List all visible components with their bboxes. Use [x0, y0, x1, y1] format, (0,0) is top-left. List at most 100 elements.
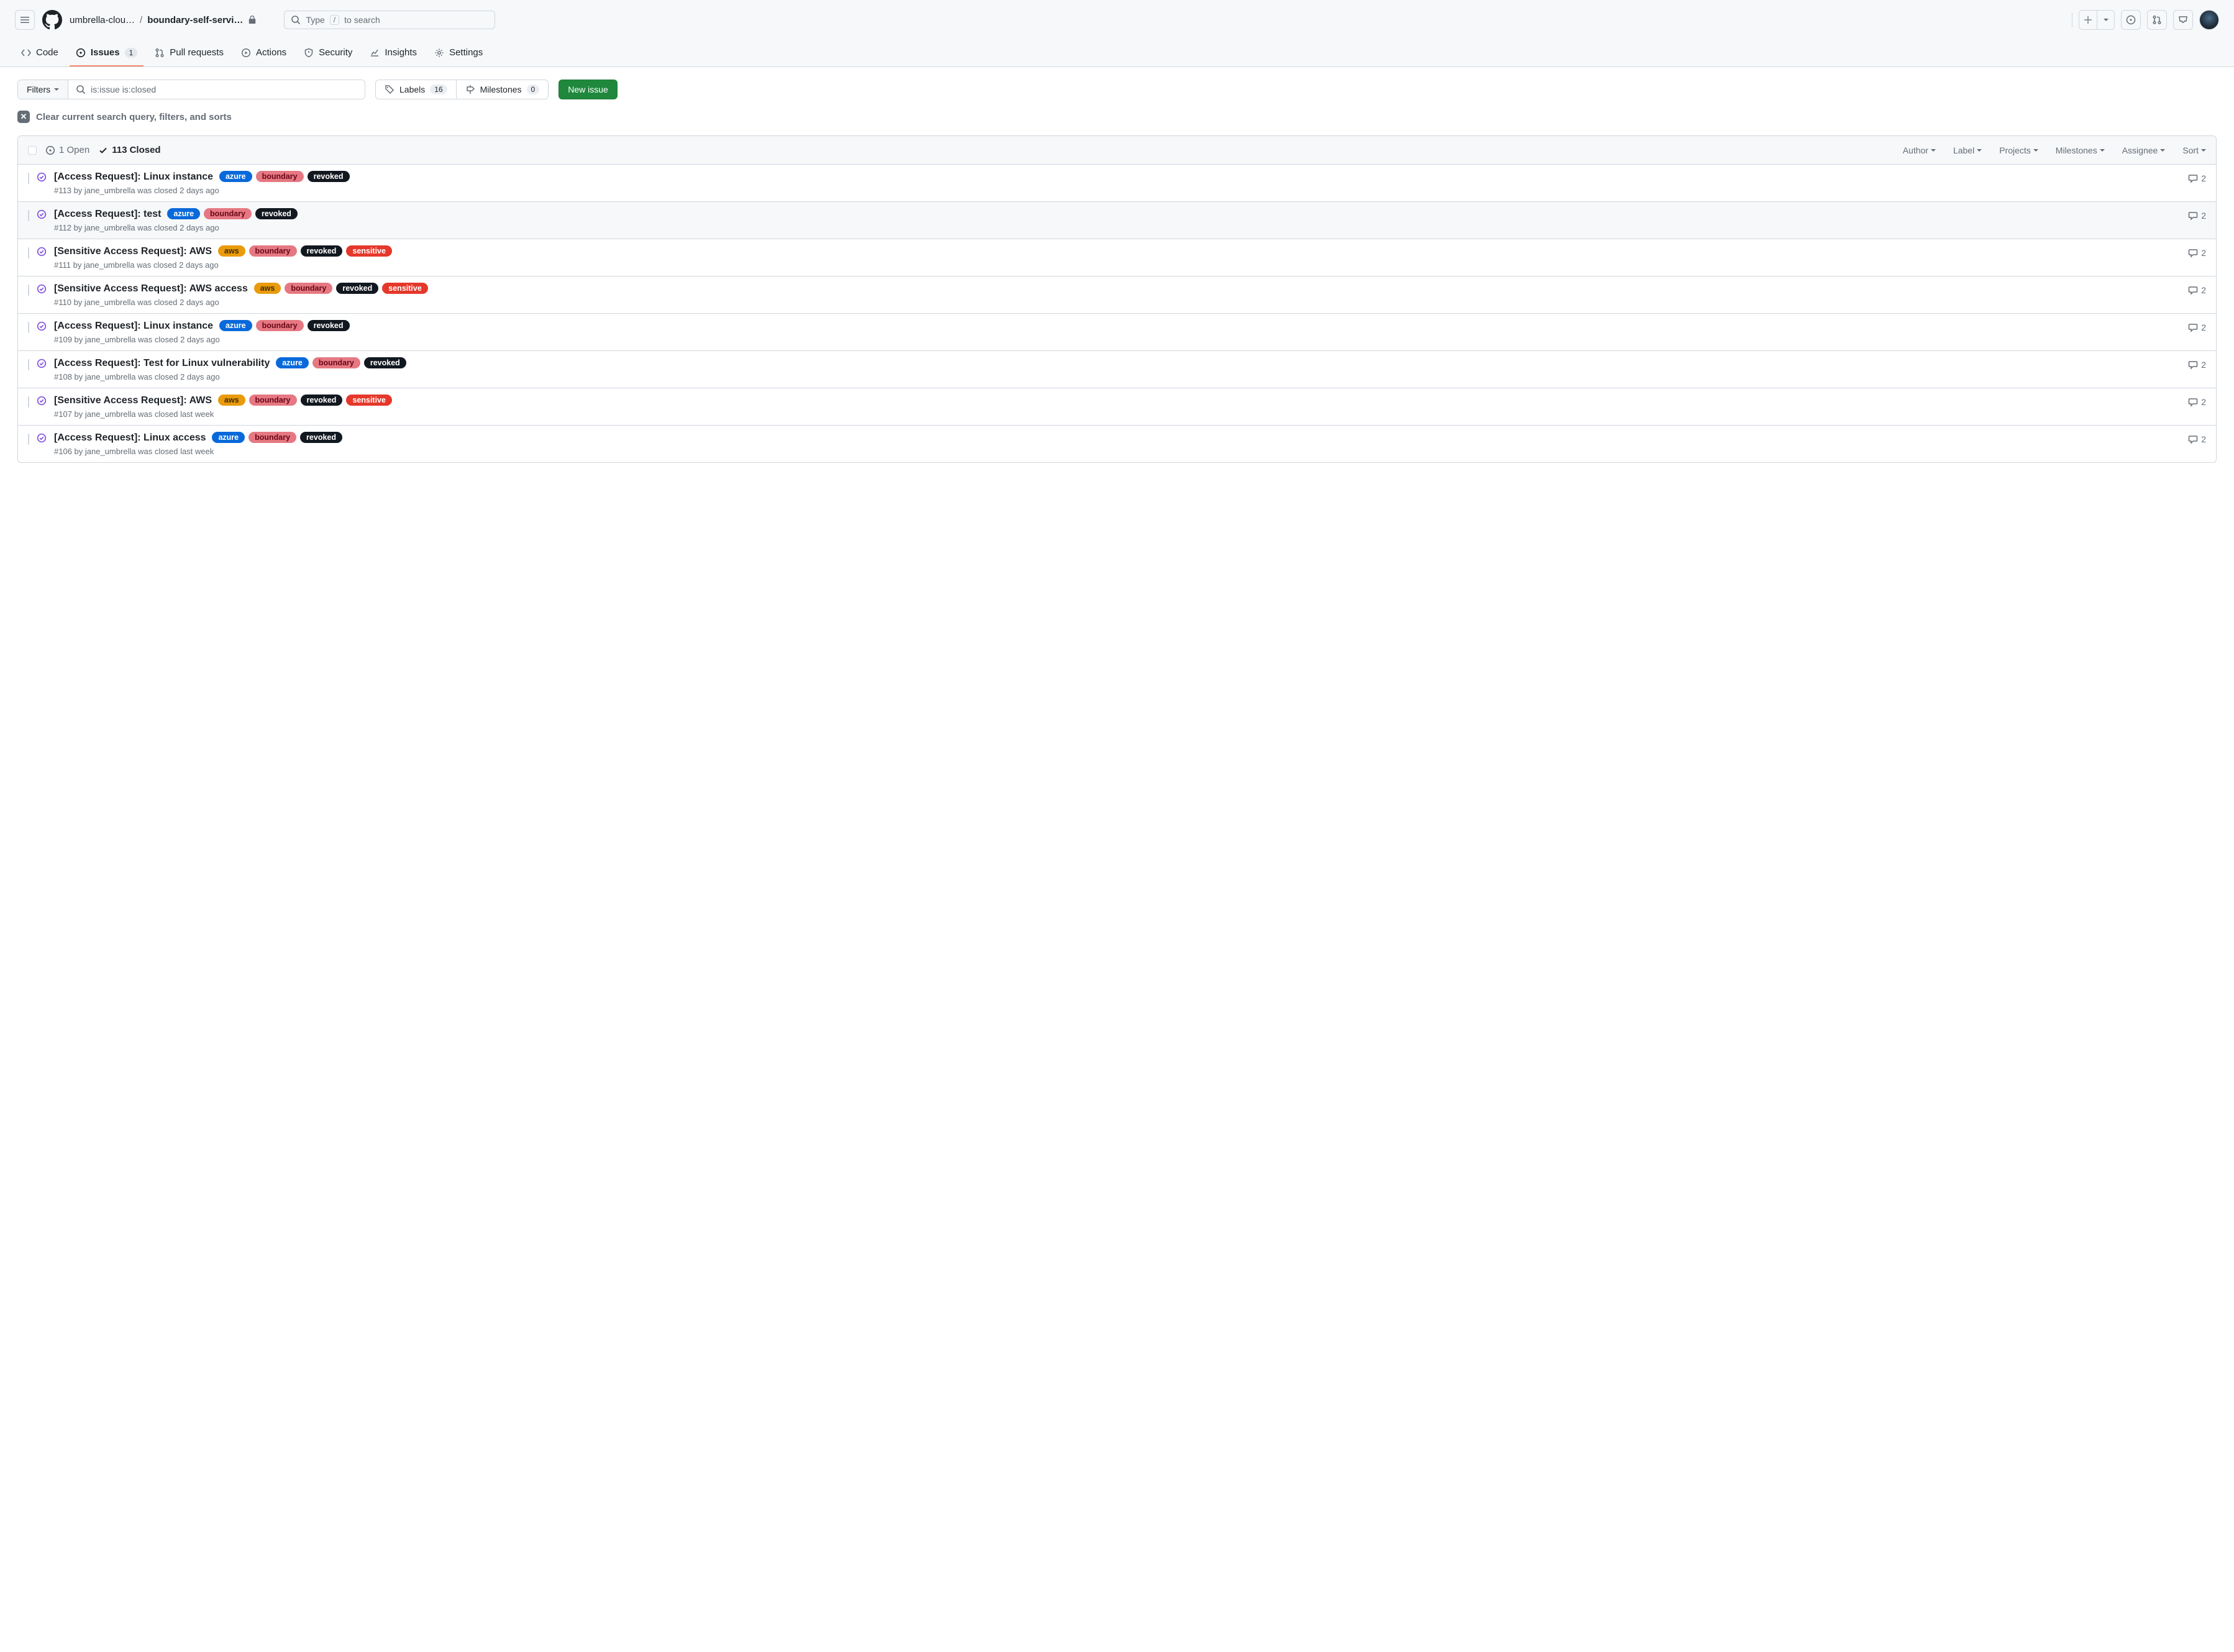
issue-label-aws[interactable]: aws: [254, 283, 281, 294]
issue-checkbox[interactable]: [28, 247, 29, 258]
issue-label-sensitive[interactable]: sensitive: [346, 395, 392, 406]
issue-label-boundary[interactable]: boundary: [256, 320, 304, 331]
issue-checkbox[interactable]: [28, 359, 29, 370]
tab-actions[interactable]: Actions: [235, 40, 293, 66]
tab-security[interactable]: Security: [298, 40, 358, 66]
issue-label-sensitive[interactable]: sensitive: [346, 245, 392, 257]
issue-label-aws[interactable]: aws: [218, 395, 245, 406]
author-filter[interactable]: Author: [1903, 145, 1936, 155]
issues-shortcut-button[interactable]: [2121, 10, 2141, 30]
issue-row[interactable]: [Access Request]: Test for Linux vulnera…: [18, 351, 2216, 388]
issue-label-azure[interactable]: azure: [167, 208, 200, 219]
labels-button[interactable]: Labels 16: [376, 80, 456, 99]
issue-label-revoked[interactable]: revoked: [301, 245, 343, 257]
pull-requests-shortcut-button[interactable]: [2147, 10, 2167, 30]
issue-title-link[interactable]: [Access Request]: Linux instance: [54, 321, 213, 331]
open-count-label: 1 Open: [59, 145, 89, 155]
tab-code[interactable]: Code: [15, 40, 65, 66]
tab-pull-requests[interactable]: Pull requests: [148, 40, 230, 66]
issue-checkbox[interactable]: [28, 210, 29, 221]
issue-title-link[interactable]: [Sensitive Access Request]: AWS: [54, 246, 212, 257]
issue-comments-link[interactable]: 2: [2188, 171, 2206, 183]
issue-comments-link[interactable]: 2: [2188, 208, 2206, 221]
issue-label-boundary[interactable]: boundary: [249, 245, 297, 257]
clear-filters-link[interactable]: ✕ Clear current search query, filters, a…: [17, 111, 2217, 123]
issue-label-boundary[interactable]: boundary: [249, 395, 297, 406]
issue-label-revoked[interactable]: revoked: [255, 208, 298, 219]
issue-title-link[interactable]: [Sensitive Access Request]: AWS access: [54, 283, 248, 294]
avatar[interactable]: [2199, 10, 2219, 30]
issue-comments-link[interactable]: 2: [2188, 245, 2206, 258]
close-icon: ✕: [17, 111, 30, 123]
tab-insights[interactable]: Insights: [363, 40, 423, 66]
issue-label-sensitive[interactable]: sensitive: [382, 283, 428, 294]
issue-comments-link[interactable]: 2: [2188, 395, 2206, 407]
closed-tab[interactable]: 113 Closed: [98, 145, 160, 155]
open-tab[interactable]: 1 Open: [45, 145, 89, 155]
issue-comments-link[interactable]: 2: [2188, 432, 2206, 444]
issue-label-azure[interactable]: azure: [219, 171, 252, 182]
issue-label-boundary[interactable]: boundary: [204, 208, 252, 219]
issue-title-link[interactable]: [Access Request]: Linux access: [54, 432, 206, 443]
issue-row[interactable]: [Sensitive Access Request]: AWS aws bound…: [18, 388, 2216, 426]
git-pull-request-icon: [155, 48, 165, 58]
assignee-filter[interactable]: Assignee: [2122, 145, 2166, 155]
filters-dropdown[interactable]: Filters: [18, 80, 68, 99]
issue-comments-link[interactable]: 2: [2188, 320, 2206, 332]
breadcrumb-owner[interactable]: umbrella-clou…: [70, 15, 135, 25]
label-filter[interactable]: Label: [1953, 145, 1982, 155]
issue-label-azure[interactable]: azure: [276, 357, 309, 368]
issue-label-revoked[interactable]: revoked: [308, 320, 350, 331]
projects-filter[interactable]: Projects: [1999, 145, 2038, 155]
issue-comments-count: 2: [2201, 173, 2206, 183]
breadcrumb-repo[interactable]: boundary-self-servi…: [147, 15, 243, 25]
tab-pull-requests-label: Pull requests: [170, 47, 224, 58]
issue-label-boundary[interactable]: boundary: [248, 432, 296, 443]
issue-label-revoked[interactable]: revoked: [301, 395, 343, 406]
new-issue-button[interactable]: New issue: [558, 80, 618, 99]
global-search[interactable]: Type / to search: [284, 11, 495, 29]
issue-checkbox[interactable]: [28, 396, 29, 408]
issue-checkbox[interactable]: [28, 434, 29, 445]
chevron-down-icon: [2033, 149, 2038, 152]
issue-checkbox[interactable]: [28, 285, 29, 296]
create-new-menu[interactable]: [2079, 10, 2115, 30]
issue-row[interactable]: [Sensitive Access Request]: AWS access a…: [18, 276, 2216, 314]
issue-title-link[interactable]: [Access Request]: Linux instance: [54, 171, 213, 182]
select-all-checkbox[interactable]: [28, 146, 37, 155]
milestones-button[interactable]: Milestones 0: [456, 80, 549, 99]
issue-label-revoked[interactable]: revoked: [336, 283, 378, 294]
issue-label-revoked[interactable]: revoked: [300, 432, 342, 443]
issue-title-link[interactable]: [Access Request]: Test for Linux vulnera…: [54, 358, 270, 368]
issue-title-link[interactable]: [Sensitive Access Request]: AWS: [54, 395, 212, 406]
issue-search-input[interactable]: is:issue is:closed: [68, 80, 365, 99]
issue-row[interactable]: [Access Request]: Linux instance azurebo…: [18, 314, 2216, 351]
tab-issues[interactable]: Issues 1: [70, 40, 144, 66]
issue-label-azure[interactable]: azure: [212, 432, 245, 443]
tag-icon: [385, 84, 394, 94]
issue-label-revoked[interactable]: revoked: [308, 171, 350, 182]
issue-checkbox[interactable]: [28, 173, 29, 184]
issue-label-revoked[interactable]: revoked: [364, 357, 406, 368]
issue-title-link[interactable]: [Access Request]: test: [54, 209, 162, 219]
milestones-filter[interactable]: Milestones: [2056, 145, 2105, 155]
issue-label-boundary[interactable]: boundary: [256, 171, 304, 182]
issue-comments-link[interactable]: 2: [2188, 357, 2206, 370]
issue-closed-icon: [37, 357, 47, 368]
issue-label-boundary[interactable]: boundary: [285, 283, 332, 294]
inbox-button[interactable]: [2173, 10, 2193, 30]
issue-checkbox[interactable]: [28, 322, 29, 333]
github-logo-icon[interactable]: [42, 10, 62, 30]
sort-filter[interactable]: Sort: [2182, 145, 2206, 155]
issue-row[interactable]: [Sensitive Access Request]: AWS aws bound…: [18, 239, 2216, 276]
hamburger-button[interactable]: [15, 10, 35, 30]
issue-row[interactable]: [Access Request]: test azure boundaryrevo…: [18, 202, 2216, 239]
issue-label-azure[interactable]: azure: [219, 320, 252, 331]
issue-comments-count: 2: [2201, 211, 2206, 221]
issue-row[interactable]: [Access Request]: Linux access azureboun…: [18, 426, 2216, 462]
issue-row[interactable]: [Access Request]: Linux instance azurebo…: [18, 165, 2216, 202]
issue-label-boundary[interactable]: boundary: [312, 357, 360, 368]
issue-label-aws[interactable]: aws: [218, 245, 245, 257]
issue-comments-link[interactable]: 2: [2188, 283, 2206, 295]
tab-settings[interactable]: Settings: [428, 40, 489, 66]
